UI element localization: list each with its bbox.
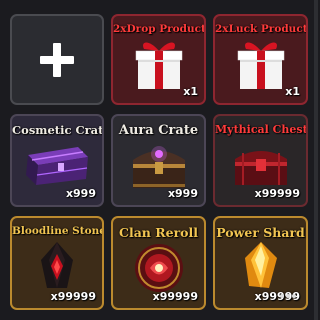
item-count: x1	[183, 85, 198, 98]
item-count: x99999	[152, 290, 198, 303]
slot-title: Mythical Chest	[215, 123, 308, 136]
slot-title: Aura Crate	[118, 123, 199, 138]
add-item-slot[interactable]	[10, 14, 104, 105]
slot-2xluck-product[interactable]: 2xLuck Product x1	[213, 14, 308, 105]
slot-title: Clan Reroll	[119, 225, 198, 240]
purple-crate-icon	[22, 141, 92, 191]
item-count: x99999	[50, 290, 96, 303]
slot-aura-crate[interactable]: Aura Crate x999	[111, 114, 206, 207]
item-count: x999	[167, 187, 198, 200]
slot-clan-reroll[interactable]: Clan Reroll x99999	[111, 216, 206, 310]
slot-title: 2xLuck Product	[215, 23, 308, 35]
item-count: x99999	[254, 187, 300, 200]
slot-title: Power Shard	[216, 225, 305, 240]
item-count: x1	[285, 85, 300, 98]
inventory-grid: 2xDrop Product x1 2xLuck Product x1 Cosm…	[0, 0, 320, 320]
slot-title: Bloodline Stone	[12, 225, 104, 237]
slot-cosmetic-crate[interactable]: Cosmetic Crate x999	[10, 114, 104, 207]
scrollbar[interactable]	[314, 0, 318, 320]
loading-dots	[280, 283, 298, 302]
slot-2xdrop-product[interactable]: 2xDrop Product x1	[111, 14, 206, 105]
gold-shard-icon	[239, 240, 283, 296]
red-chest-icon	[229, 139, 293, 193]
slot-mythical-chest[interactable]: Mythical Chest x99999	[213, 114, 308, 207]
gift-box-icon	[236, 37, 286, 95]
item-count: x999	[65, 187, 96, 200]
slot-title: Cosmetic Crate	[12, 123, 104, 137]
dark-crystal-icon	[37, 240, 77, 296]
gift-box-icon	[134, 37, 184, 95]
slot-bloodline-stone[interactable]: Bloodline Stone x99999	[10, 216, 104, 310]
slot-title: 2xDrop Product	[113, 23, 206, 35]
